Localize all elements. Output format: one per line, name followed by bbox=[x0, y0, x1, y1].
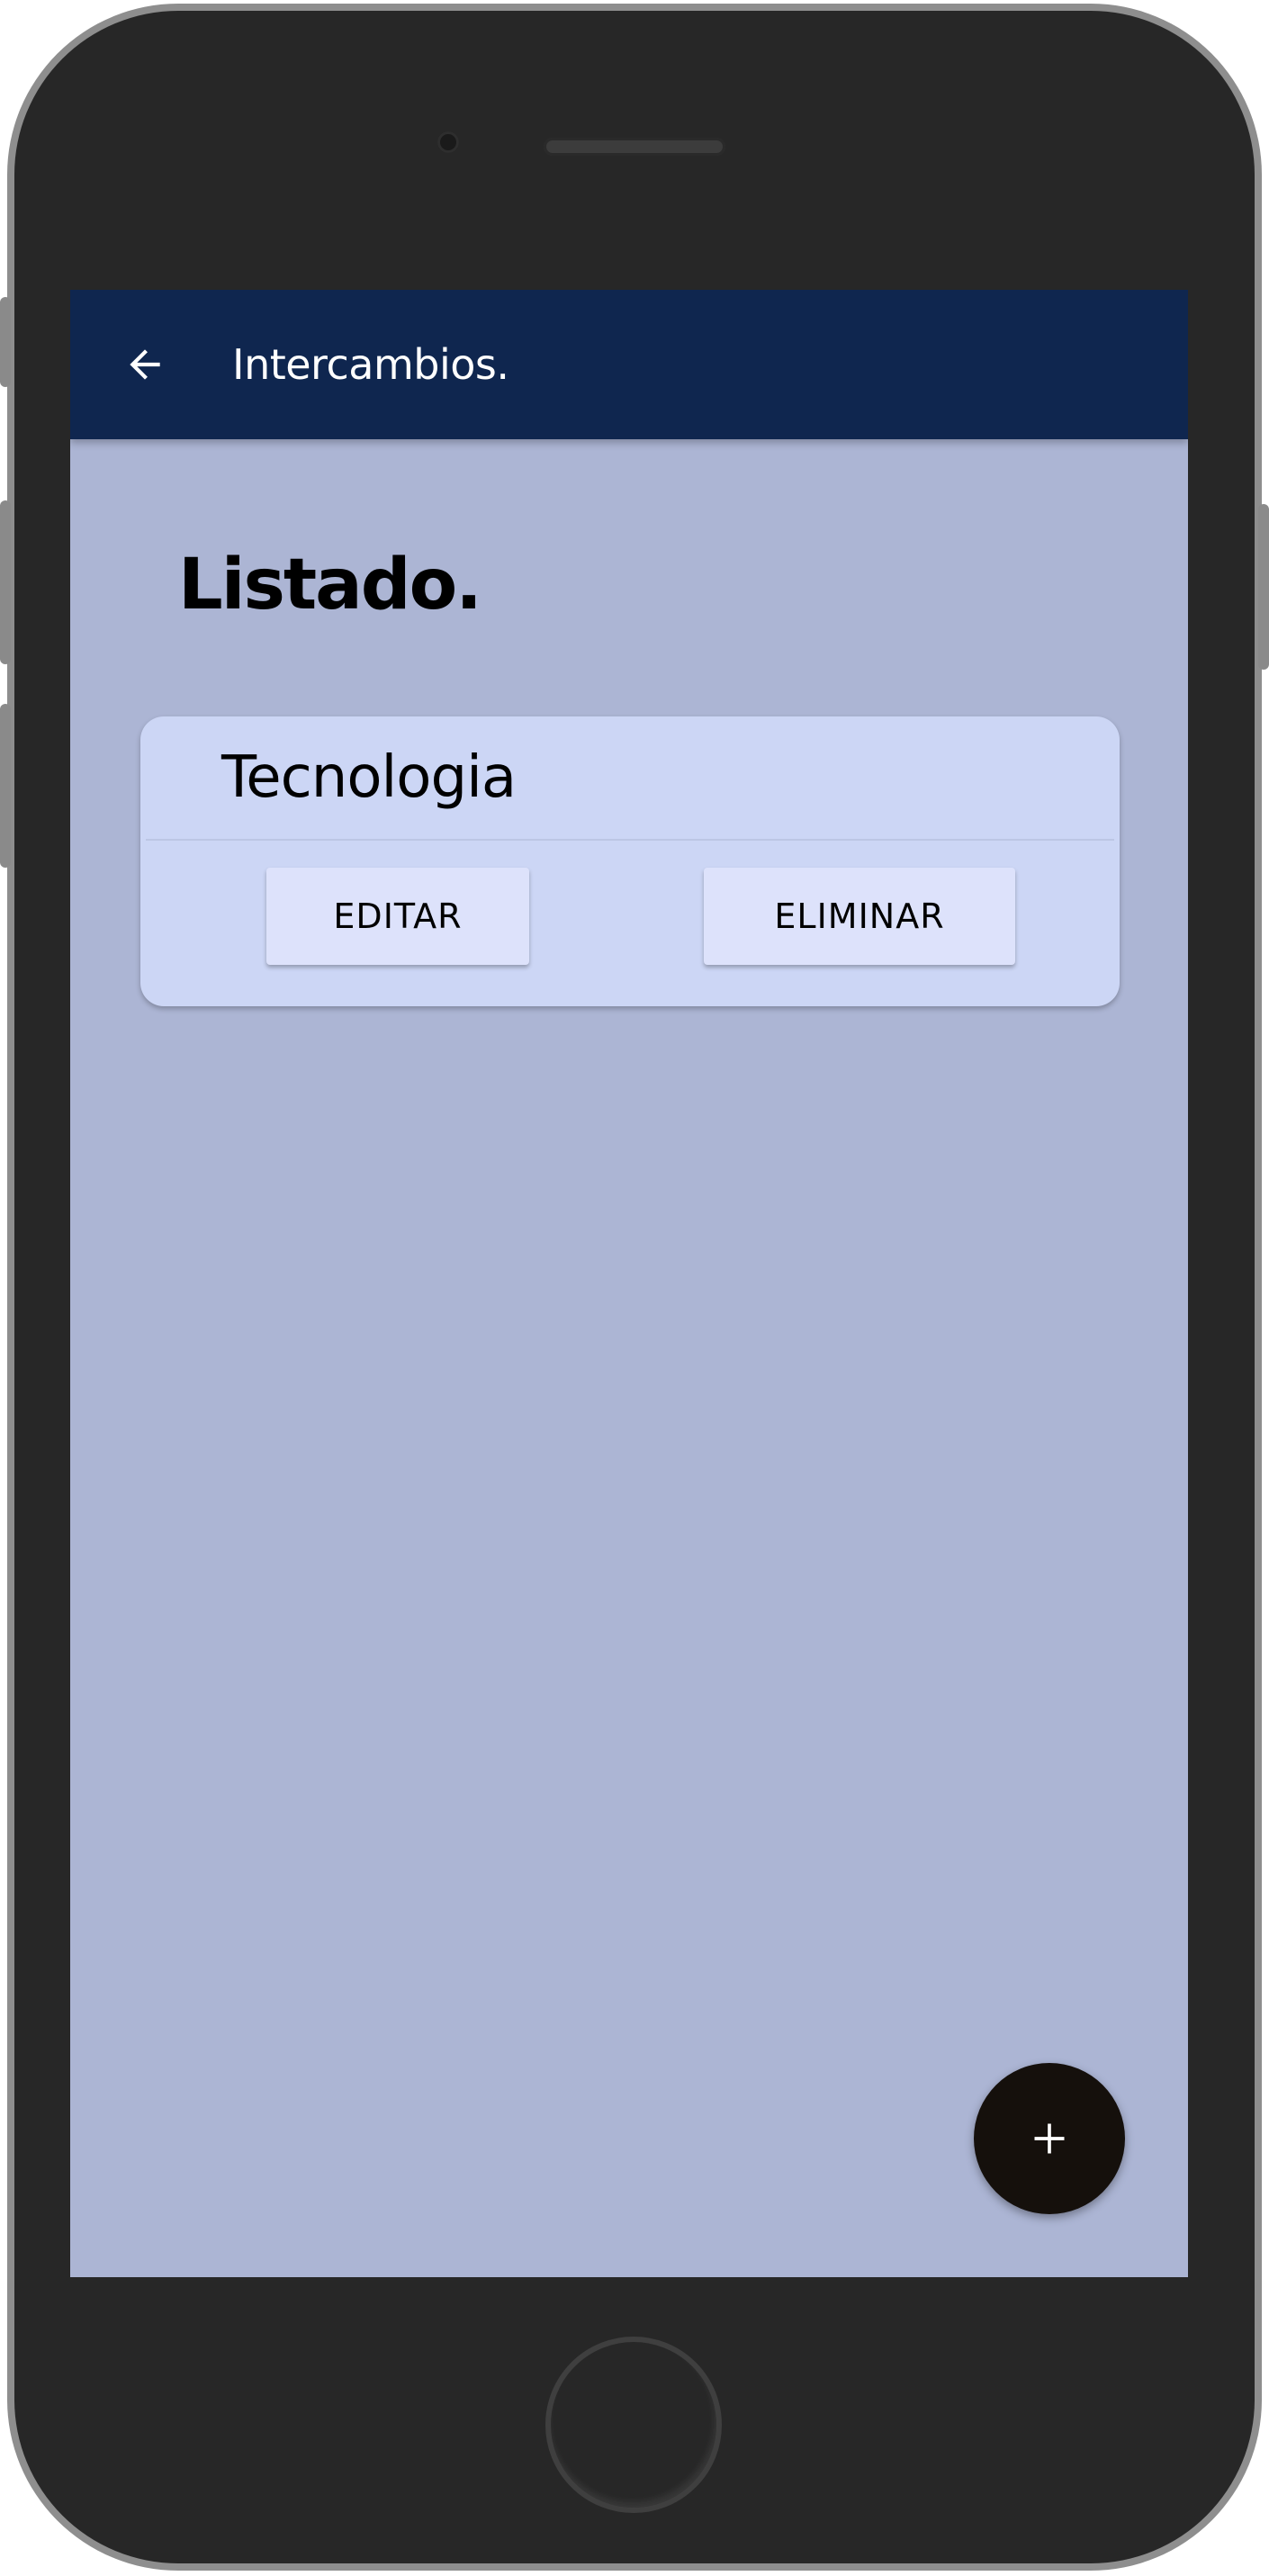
earpiece-speaker-icon bbox=[544, 138, 725, 156]
home-button[interactable] bbox=[545, 2337, 722, 2513]
mute-switch bbox=[0, 297, 11, 387]
app-screen: Intercambios. Listado. Tecnologia EDITAR… bbox=[70, 290, 1188, 2277]
delete-button[interactable]: ELIMINAR bbox=[704, 868, 1015, 965]
volume-down-button bbox=[0, 704, 11, 868]
power-button bbox=[1258, 504, 1269, 670]
card-title: Tecnologia bbox=[221, 744, 517, 811]
list-item-card: Tecnologia EDITAR ELIMINAR bbox=[140, 716, 1120, 1006]
add-fab-button[interactable] bbox=[974, 2063, 1125, 2214]
page-heading: Listado. bbox=[178, 545, 482, 626]
app-bar-title: Intercambios. bbox=[232, 340, 509, 389]
card-divider bbox=[146, 839, 1114, 841]
plus-icon bbox=[1034, 2123, 1065, 2154]
arrow-left-icon[interactable] bbox=[122, 342, 167, 387]
volume-up-button bbox=[0, 500, 11, 664]
app-bar: Intercambios. bbox=[70, 290, 1188, 439]
edit-button[interactable]: EDITAR bbox=[266, 868, 529, 965]
front-camera-icon bbox=[437, 131, 459, 153]
